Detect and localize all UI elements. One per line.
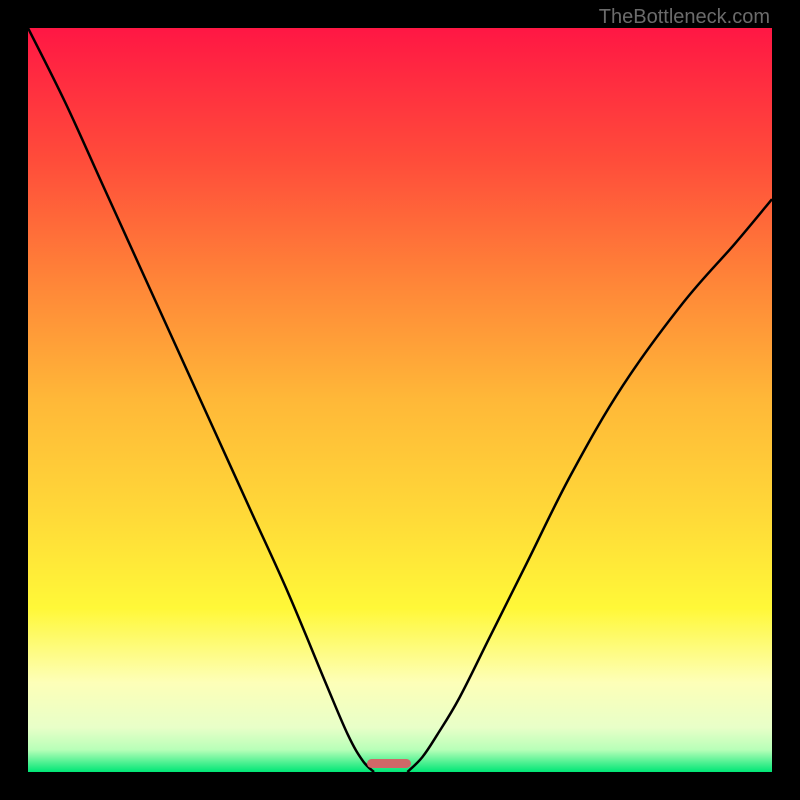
curves-overlay: [28, 28, 772, 772]
watermark-text: TheBottleneck.com: [599, 6, 770, 29]
chart-area: [28, 28, 772, 772]
left-curve-line: [28, 28, 374, 772]
bottom-marker: [367, 759, 412, 768]
right-curve-line: [407, 199, 772, 772]
